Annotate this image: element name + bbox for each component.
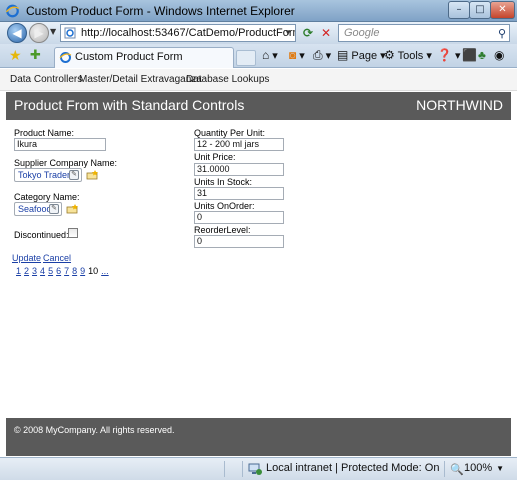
more-pages-link[interactable]: ... — [101, 266, 109, 276]
page-link[interactable]: 2 — [24, 266, 29, 276]
page-link[interactable]: 1 — [16, 266, 21, 276]
page-title: Product From with Standard Controls — [14, 97, 245, 113]
pencil-icon[interactable]: ✎ — [49, 204, 59, 214]
ie-logo-icon — [5, 4, 19, 18]
page-menu[interactable]: ▤ Page ▾ — [337, 48, 386, 62]
print-icon[interactable]: ⎙ ▾ — [313, 48, 331, 63]
navigation-bar: ◀ ▶ ▼ http://localhost:53467/CatDemo/Pro… — [0, 22, 517, 44]
onenote-icon[interactable]: ◉ — [494, 48, 504, 62]
search-icon[interactable]: ⚲ — [498, 26, 506, 42]
page-link[interactable]: 9 — [80, 266, 85, 276]
category-lookup[interactable]: Seafood ✎ — [14, 202, 62, 216]
search-placeholder: Google — [344, 27, 380, 39]
page-link[interactable]: 5 — [48, 266, 53, 276]
units-in-stock-field[interactable]: 31 — [194, 187, 284, 200]
recent-pages-dropdown[interactable]: ▼ — [50, 27, 56, 36]
address-bar[interactable]: http://localhost:53467/CatDemo/ProductFo… — [60, 24, 296, 42]
title-bar: Custom Product Form - Windows Internet E… — [0, 0, 517, 22]
refresh-icon[interactable]: ⟳ — [300, 25, 316, 41]
pencil-icon[interactable]: ✎ — [69, 170, 79, 180]
new-item-icon[interactable] — [66, 204, 79, 214]
page-link[interactable]: 7 — [64, 266, 69, 276]
ie-page-icon — [59, 52, 72, 63]
status-divider — [224, 461, 225, 477]
back-button[interactable]: ◀ — [7, 23, 27, 43]
menu-data-controllers[interactable]: Data Controllers — [10, 74, 82, 85]
supplier-label: Supplier Company Name: — [14, 158, 118, 168]
research-icon[interactable]: ⬛ — [462, 48, 477, 62]
stop-icon[interactable]: ✕ — [318, 25, 334, 41]
messenger-icon[interactable]: ♣ — [478, 48, 486, 62]
pager: 1 2 3 4 5 6 7 8 9 10... — [16, 266, 112, 276]
zoom-icon: 🔍 — [450, 464, 464, 476]
product-name-field[interactable]: Ikura — [14, 138, 106, 151]
page-footer: © 2008 MyCompany. All rights reserved. — [6, 418, 511, 456]
window-title: Custom Product Form - Windows Internet E… — [26, 4, 295, 18]
security-zone[interactable]: Local intranet | Protected Mode: On — [248, 462, 440, 475]
minimize-button[interactable]: – — [448, 1, 470, 19]
menu-master-detail[interactable]: Master/Detail Extravaganza — [79, 74, 202, 85]
reorder-level-label: ReorderLevel: — [194, 225, 251, 235]
zoom-control[interactable]: 🔍 100% ▼ — [450, 462, 504, 476]
page-icon — [64, 27, 76, 39]
tab-bar: ★ ✚ Custom Product Form ⌂ ▾ ◙ ▾ ⎙ ▾ ▤ Pa… — [0, 44, 517, 68]
zoom-level: 100% — [464, 462, 493, 474]
new-item-icon[interactable] — [86, 170, 99, 180]
brand-name: NORTHWIND — [416, 97, 503, 113]
product-name-label: Product Name: — [14, 128, 75, 138]
page-header: Product From with Standard Controls NORT… — [6, 92, 511, 120]
unit-price-field[interactable]: 31.0000 — [194, 163, 284, 176]
address-text: http://localhost:53467/CatDemo/ProductFo… — [81, 27, 295, 39]
category-value: Seafood — [18, 204, 52, 214]
intranet-icon — [248, 463, 262, 475]
units-on-order-field[interactable]: 0 — [194, 211, 284, 224]
current-page: 10 — [88, 266, 99, 276]
supplier-lookup[interactable]: Tokyo Traders ✎ — [14, 168, 82, 182]
category-label: Category Name: — [14, 192, 80, 202]
update-link[interactable]: Update — [12, 253, 41, 263]
favorites-star-icon[interactable]: ★ — [9, 48, 22, 64]
discontinued-label: Discontinued: — [14, 230, 69, 240]
tab-label: Custom Product Form — [75, 51, 183, 63]
menu-database-lookups[interactable]: Database Lookups — [186, 74, 269, 85]
feeds-icon[interactable]: ◙ ▾ — [289, 48, 305, 62]
page-link[interactable]: 6 — [56, 266, 61, 276]
page-link[interactable]: 4 — [40, 266, 45, 276]
site-menu: Data Controllers Master/Detail Extravaga… — [0, 69, 517, 91]
address-dropdown[interactable]: ▼ — [284, 25, 292, 41]
copyright-text: © 2008 MyCompany. All rights reserved. — [14, 425, 175, 435]
quantity-per-unit-label: Quantity Per Unit: — [194, 128, 266, 138]
tools-menu-label: Tools — [397, 50, 424, 62]
add-favorites-icon[interactable]: ✚ — [30, 48, 41, 63]
home-icon[interactable]: ⌂ ▾ — [262, 48, 278, 62]
supplier-value: Tokyo Traders — [18, 170, 75, 180]
new-tab-button[interactable] — [236, 50, 256, 66]
units-in-stock-label: Units In Stock: — [194, 177, 253, 187]
page-link[interactable]: 8 — [72, 266, 77, 276]
tab-custom-product-form[interactable]: Custom Product Form — [54, 47, 234, 68]
status-divider — [242, 461, 243, 477]
search-input[interactable]: Google ⚲ — [338, 24, 510, 42]
product-form: Product Name: Ikura Supplier Company Nam… — [6, 120, 511, 418]
help-icon[interactable]: ❓ ▾ — [437, 48, 461, 62]
reorder-level-field[interactable]: 0 — [194, 235, 284, 248]
forward-button[interactable]: ▶ — [29, 23, 49, 43]
page-menu-label: Page — [351, 50, 378, 62]
tools-menu[interactable]: ⚙ Tools ▾ — [384, 48, 432, 62]
maximize-button[interactable]: □ — [469, 1, 491, 19]
cancel-link[interactable]: Cancel — [43, 253, 71, 263]
close-window-button[interactable]: ✕ — [490, 1, 515, 19]
discontinued-checkbox[interactable] — [68, 228, 78, 238]
page-link[interactable]: 3 — [32, 266, 37, 276]
unit-price-label: Unit Price: — [194, 152, 236, 162]
status-bar: Local intranet | Protected Mode: On 🔍 10… — [0, 457, 517, 480]
zone-text: Local intranet | Protected Mode: On — [266, 462, 440, 474]
zoom-dropdown[interactable]: ▼ — [496, 464, 504, 473]
units-on-order-label: Units OnOrder: — [194, 201, 255, 211]
status-divider — [444, 461, 445, 477]
quantity-per-unit-field[interactable]: 12 - 200 ml jars — [194, 138, 284, 151]
